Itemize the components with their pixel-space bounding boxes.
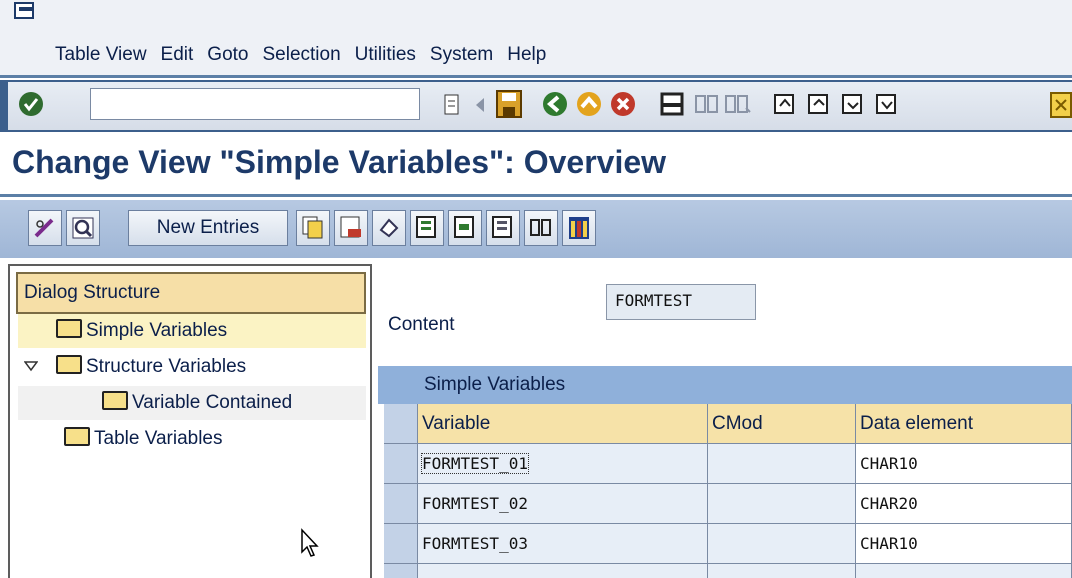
menu-system[interactable]: System [430,44,493,70]
content-label: Content [388,314,455,335]
table-cell-cmod[interactable] [708,484,856,524]
tree-node-label: Table Variables [94,428,223,449]
command-field[interactable] [90,88,420,120]
copy-as-button[interactable] [296,210,330,246]
select-block-icon [454,216,474,238]
position-button[interactable] [524,210,558,246]
find-icon[interactable] [694,92,720,116]
table-title: Simple Variables [424,374,566,395]
content-field: FORMTEST [606,284,756,320]
table-cell-cmod[interactable] [708,524,856,564]
table-cell-cmod[interactable] [708,444,856,484]
save-icon[interactable] [496,90,522,118]
command-history-icon[interactable] [444,94,460,116]
dialog-structure-title: Dialog Structure [24,282,161,303]
tree-node-structure-variables[interactable]: Structure Variables [23,350,247,384]
table-cell-variable[interactable]: FORMTEST_02 [418,484,708,524]
table-cell-variable[interactable]: FORMTEST_03 [418,524,708,564]
copy-icon [302,216,323,239]
undo-icon [379,218,399,238]
column-header-variable[interactable]: Variable [418,404,708,444]
create-session-icon[interactable] [1050,92,1072,118]
folder-icon [56,355,82,374]
table-cell-variable[interactable]: FORMTEST_01 [418,444,708,484]
table-cell-data-element[interactable]: CHAR10 [856,524,1072,564]
column-header-cmod[interactable]: CMod [708,404,856,444]
delete-button[interactable] [334,210,368,246]
deselect-all-icon [492,216,512,238]
print-icon[interactable] [660,92,686,116]
row-selector[interactable] [384,564,418,578]
first-page-icon[interactable] [772,92,800,116]
table-cell-variable[interactable] [418,564,708,578]
row-selector[interactable] [384,444,418,484]
tree-node-label: Structure Variables [86,356,247,377]
display-change-button[interactable] [28,210,62,246]
row-selector[interactable] [384,484,418,524]
table-cell-cmod[interactable] [708,564,856,578]
table-cell-data-element[interactable]: CHAR20 [856,484,1072,524]
back-icon[interactable] [542,91,568,117]
magnifier-icon [72,217,94,239]
title-divider [0,194,1072,197]
binoculars-icon [530,219,551,236]
table-cell-data-element[interactable]: CHAR10 [856,444,1072,484]
menu-bar: Table View Edit Goto Selection Utilities… [55,44,546,70]
menu-selection[interactable]: Selection [263,44,341,70]
select-block-button[interactable] [448,210,482,246]
menu-edit[interactable]: Edit [161,44,194,70]
menu-utilities[interactable]: Utilities [355,44,416,70]
menu-goto[interactable]: Goto [207,44,248,70]
next-page-icon[interactable] [840,92,868,116]
page-title: Change View "Simple Variables": Overview [12,144,667,180]
last-page-icon[interactable] [874,92,902,116]
tree-node-table-variables[interactable]: Table Variables [64,422,223,456]
enter-checkmark-icon[interactable] [18,91,44,117]
menu-table-view[interactable]: Table View [55,44,147,70]
cancel-icon[interactable] [610,91,636,117]
folder-icon [102,391,128,410]
collapse-arrow-icon[interactable] [474,96,486,114]
tree-node-label: Variable Contained [132,392,293,413]
table-grid-icon [569,217,589,239]
focused-cell-text: FORMTEST_01 [421,453,529,474]
new-entries-button[interactable]: New Entries [128,210,288,246]
table-settings-button[interactable] [562,210,596,246]
deselect-all-button[interactable] [486,210,520,246]
delete-icon [340,216,361,238]
select-all-rows-cell[interactable] [384,404,418,444]
tree-node-variable-contained[interactable]: Variable Contained [18,386,366,420]
pencil-glasses-icon [34,218,54,238]
folder-icon [64,427,90,446]
dialog-structure-header: Dialog Structure [16,272,366,314]
display-button[interactable] [66,210,100,246]
expand-triangle-icon[interactable] [23,360,39,372]
find-next-icon[interactable] [724,92,752,116]
mouse-pointer-icon [301,528,319,557]
undo-change-button[interactable] [372,210,406,246]
menu-help[interactable]: Help [507,44,546,70]
select-all-button[interactable] [410,210,444,246]
previous-page-icon[interactable] [806,92,834,116]
tree-node-label: Simple Variables [86,320,228,341]
table-cell-data-element[interactable] [856,564,1072,578]
row-selector[interactable] [384,524,418,564]
system-menu-icon[interactable] [14,2,36,20]
exit-icon[interactable] [576,91,602,117]
folder-open-icon [56,319,82,338]
column-header-data-element[interactable]: Data element [856,404,1072,444]
select-all-icon [416,216,436,238]
tree-node-simple-variables[interactable]: Simple Variables [18,314,366,348]
